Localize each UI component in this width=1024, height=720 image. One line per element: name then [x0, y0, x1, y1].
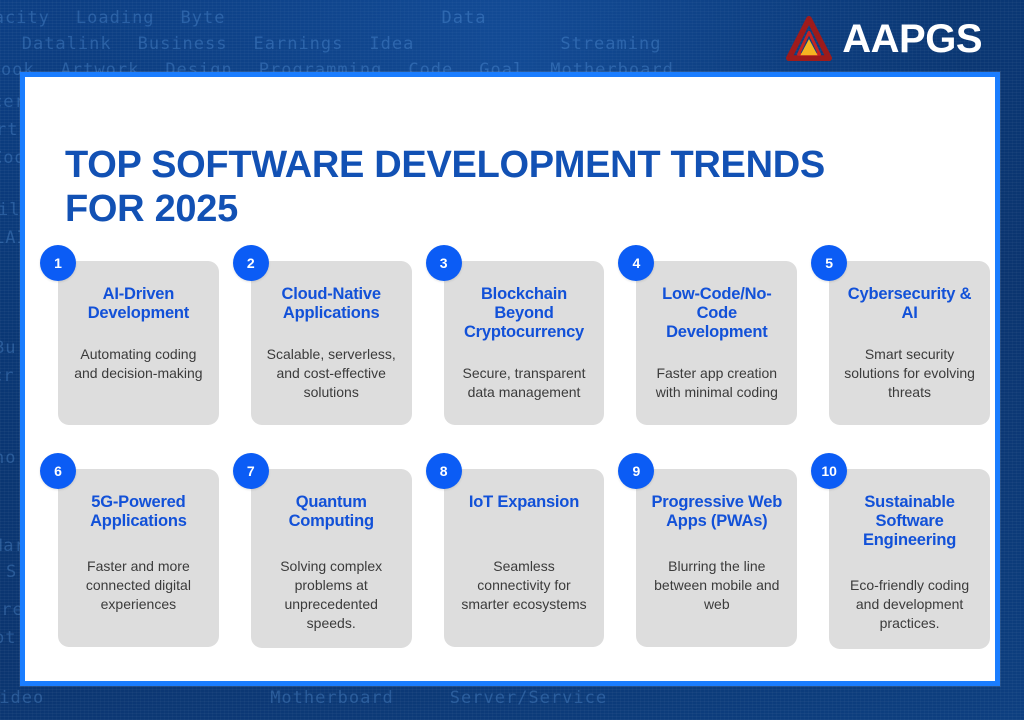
trends-row-1: 1 AI-Driven Development Automating codin…	[40, 245, 990, 425]
trend-title: Quantum Computing	[288, 493, 374, 531]
trend-card-body: Cloud-Native Applications Scalable, serv…	[250, 261, 412, 425]
background-word: rt	[0, 120, 19, 140]
background-word: Video	[0, 688, 45, 708]
trend-card[interactable]: 9 Progressive Web Apps (PWAs) Blurring t…	[618, 453, 798, 649]
background-word: Data	[441, 8, 487, 28]
background-word: Business	[137, 34, 228, 54]
trend-title: Cloud-Native Applications	[281, 285, 382, 323]
trend-card[interactable]: 6 5G-Powered Applications Faster and mor…	[40, 453, 219, 649]
trend-description: Eco-friendly coding and development prac…	[850, 577, 970, 631]
background-word: cr	[0, 366, 15, 386]
background-word: no	[0, 448, 17, 468]
background-word: Idea	[369, 34, 415, 54]
trend-card-body: IoT Expansion Seamless connectivity for …	[443, 469, 605, 647]
trend-card[interactable]: 2 Cloud-Native Applications Scalable, se…	[232, 245, 412, 425]
trend-card-body: Low-Code/No-Code Development Faster app …	[636, 261, 798, 425]
content-panel: TOP SOFTWARE DEVELOPMENT TRENDS FOR 2025 …	[20, 72, 1000, 686]
background-word: Byte	[180, 8, 226, 28]
brand-name: AAPGS	[842, 17, 982, 61]
trend-number-badge: 3	[425, 245, 462, 281]
trend-card-body: AI-Driven Development Automating coding …	[58, 261, 219, 425]
trend-description: Blurring the line between mobile and web	[654, 558, 780, 612]
trends-row-2: 6 5G-Powered Applications Faster and mor…	[40, 453, 990, 649]
trend-title: AI-Driven Development	[87, 285, 190, 323]
trend-description: Smart security solutions for evolving th…	[844, 346, 975, 400]
trend-card[interactable]: 4 Low-Code/No-Code Development Faster ap…	[618, 245, 798, 425]
trend-number-badge: 8	[425, 453, 462, 489]
background-word: S	[6, 562, 18, 582]
trend-card-body: Sustainable Software Engineering Eco-fri…	[829, 469, 990, 649]
trend-title: Blockchain Beyond Cryptocurrency	[463, 285, 585, 342]
trend-title: Progressive Web Apps (PWAs)	[651, 493, 783, 531]
trend-description: Solving complex problems at unprecedente…	[280, 558, 383, 631]
infographic-canvas: CapacityLoadingByteData oadDatalinkBusin…	[0, 0, 1024, 720]
trend-title: Cybersecurity & AI	[847, 285, 972, 323]
trend-description: Seamless connectivity for smarter ecosys…	[461, 558, 587, 612]
page-title: TOP SOFTWARE DEVELOPMENT TRENDS FOR 2025	[65, 144, 865, 231]
trend-number-badge: 10	[811, 453, 848, 489]
trend-title: IoT Expansion	[468, 493, 580, 511]
background-word: Motherboard	[270, 688, 394, 708]
background-word-row: oadDatalinkBusinessEarningsIdeaStreaming	[0, 34, 687, 54]
trend-number-badge: 1	[40, 245, 76, 281]
triangle-logo-icon	[786, 16, 833, 62]
trend-card-body: Progressive Web Apps (PWAs) Blurring the…	[636, 469, 798, 647]
background-word: Bu	[0, 338, 17, 358]
trend-number-badge: 5	[811, 245, 848, 281]
background-word: Datalink	[21, 34, 112, 54]
background-word: pt	[0, 628, 17, 648]
trend-card[interactable]: 8 IoT Expansion Seamless connectivity fo…	[425, 453, 605, 649]
trend-card[interactable]: 5 Cybersecurity & AI Smart security solu…	[811, 245, 990, 425]
background-word: Loading	[75, 8, 155, 28]
trend-title: Sustainable Software Engineering	[863, 493, 957, 550]
trend-title: 5G-Powered Applications	[90, 493, 187, 531]
trend-description: Secure, transparent data management	[462, 365, 586, 401]
page-title-line-2: FOR 2025	[65, 188, 238, 231]
brand-logo: AAPGS	[786, 16, 982, 62]
trend-card-body: 5G-Powered Applications Faster and more …	[58, 469, 219, 647]
background-word: Streaming	[560, 34, 662, 54]
trend-card-body: Quantum Computing Solving complex proble…	[250, 469, 412, 649]
trend-card[interactable]: 10 Sustainable Software Engineering Eco-…	[811, 453, 990, 649]
page-title-line-1: TOP SOFTWARE DEVELOPMENT TRENDS	[65, 144, 825, 187]
background-word: il	[0, 200, 21, 220]
trend-description: Scalable, serverless, and cost-effective…	[266, 346, 396, 400]
background-word-row: Capacity Loading Byte Data	[0, 8, 512, 28]
trend-card[interactable]: 1 AI-Driven Development Automating codin…	[40, 245, 219, 425]
trend-card-body: Blockchain Beyond Cryptocurrency Secure,…	[443, 261, 605, 425]
trend-card-body: Cybersecurity & AI Smart security soluti…	[829, 261, 990, 425]
trend-description: Automating coding and decision-making	[74, 346, 203, 381]
background-word: Capacity	[0, 8, 50, 28]
trends-grid: 1 AI-Driven Development Automating codin…	[40, 245, 990, 649]
trend-number-badge: 2	[232, 245, 269, 281]
background-word-row: Video Motherboard Server/Service	[0, 688, 633, 708]
trend-card[interactable]: 3 Blockchain Beyond Cryptocurrency Secur…	[425, 245, 605, 425]
background-word: Earnings	[253, 34, 344, 54]
background-word: Server/Service	[449, 688, 608, 708]
trend-title: Low-Code/No-Code Development	[662, 285, 772, 342]
trend-number-badge: 6	[40, 453, 76, 489]
trend-description: Faster app creation with minimal coding	[655, 365, 778, 401]
trend-card[interactable]: 7 Quantum Computing Solving complex prob…	[232, 453, 412, 649]
trend-number-badge: 7	[232, 453, 269, 489]
trend-description: Faster and more connected digital experi…	[85, 558, 191, 612]
